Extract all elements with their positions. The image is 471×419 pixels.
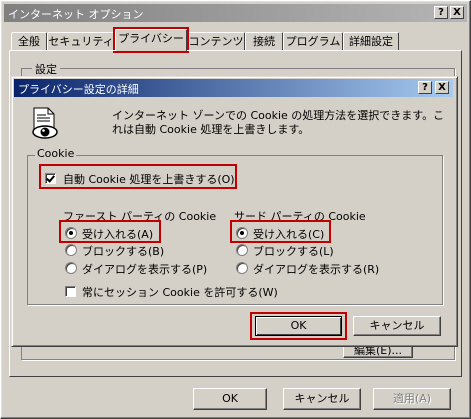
first-party-block-radio[interactable]	[65, 244, 77, 256]
tab-programs[interactable]: プログラム	[283, 32, 343, 50]
apply-button[interactable]: 適用(A)	[373, 388, 451, 410]
dialog-close-button[interactable]: X	[435, 81, 449, 94]
first-party-prompt-label[interactable]: ダイアログを表示する(P)	[82, 261, 207, 277]
third-party-prompt-label[interactable]: ダイアログを表示する(R)	[253, 261, 379, 277]
third-party-accept-highlight	[230, 220, 331, 243]
tab-advanced[interactable]: 詳細設定	[343, 32, 399, 50]
privacy-advanced-dialog: プライバシー設定の詳細 ? X インターネット ゾーンでの Cookie の処理…	[11, 76, 458, 347]
cancel-button[interactable]: キャンセル	[283, 388, 361, 410]
dialog-title: プライバシー設定の詳細	[18, 83, 139, 96]
dialog-ok-button[interactable]: OK	[255, 316, 342, 336]
dialog-description: インターネット ゾーンでの Cookie の処理方法を選択できます。これは自動 …	[112, 109, 445, 136]
override-highlight	[39, 164, 237, 189]
session-cookie-label[interactable]: 常にセッション Cookie を許可する(W)	[82, 284, 278, 300]
first-party-block-label[interactable]: ブロックする(B)	[82, 243, 164, 259]
tab-general[interactable]: 全般	[11, 32, 47, 50]
dialog-titlebar: プライバシー設定の詳細 ? X	[14, 79, 453, 97]
main-titlebar: インターネット オプション ? X	[4, 4, 467, 22]
tab-content[interactable]: コンテンツ	[187, 32, 245, 50]
help-button[interactable]: ?	[434, 6, 448, 19]
first-party-prompt-radio[interactable]	[65, 262, 77, 274]
privacy-eye-document-icon	[32, 107, 58, 139]
third-party-block-label[interactable]: ブロックする(L)	[253, 243, 334, 259]
settings-group-label: 設定	[32, 61, 60, 77]
tab-security[interactable]: セキュリティ	[47, 32, 115, 50]
close-button[interactable]: X	[450, 6, 464, 19]
session-cookie-checkbox[interactable]	[65, 286, 76, 297]
ok-button[interactable]: OK	[193, 388, 267, 410]
third-party-prompt-radio[interactable]	[236, 262, 248, 274]
first-party-accept-highlight	[59, 220, 161, 243]
cookie-group-label: Cookie	[35, 147, 77, 160]
dialog-help-button[interactable]: ?	[418, 81, 432, 94]
tab-connections[interactable]: 接続	[245, 32, 283, 50]
window-title: インターネット オプション	[8, 8, 144, 21]
third-party-block-radio[interactable]	[236, 244, 248, 256]
tab-privacy[interactable]: プライバシー	[115, 29, 187, 51]
dialog-cancel-button[interactable]: キャンセル	[353, 316, 441, 336]
